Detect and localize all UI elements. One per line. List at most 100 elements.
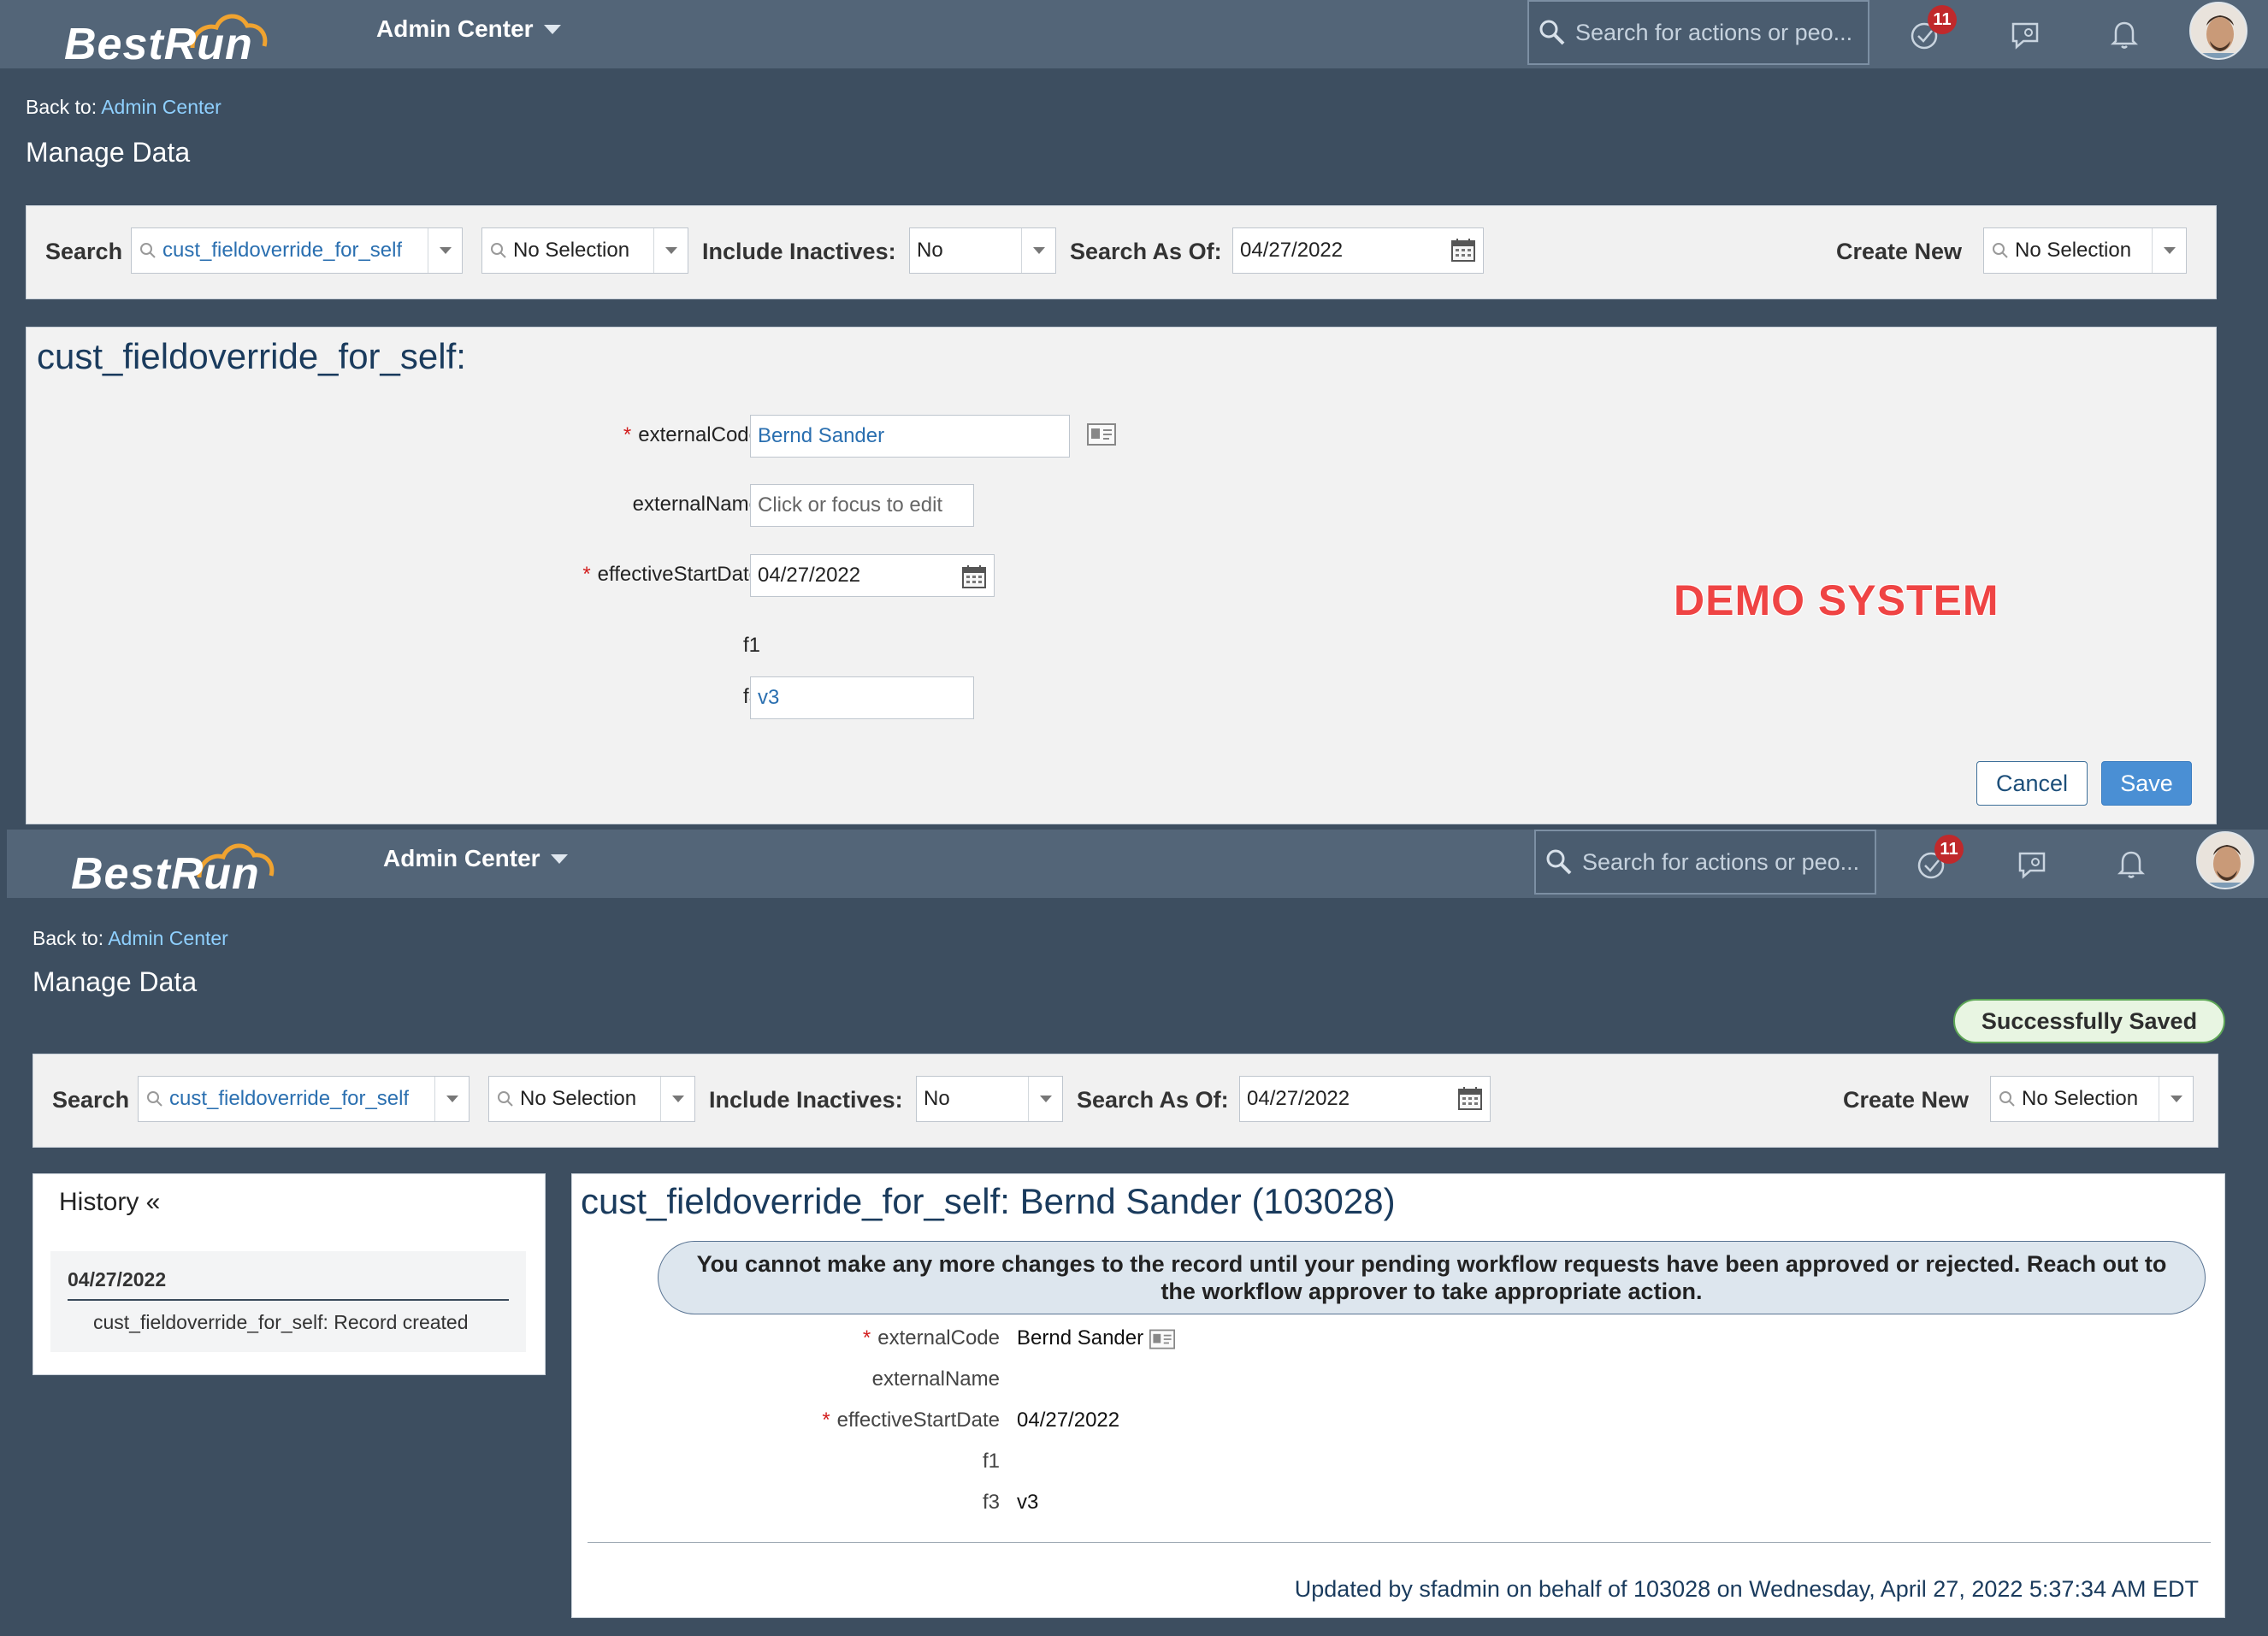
- effective-start-date-value: 04/27/2022: [758, 564, 861, 587]
- f3-input[interactable]: v3: [750, 676, 974, 719]
- search-toolbar: Search cust_fieldoverride_for_self No Se…: [32, 1054, 2218, 1148]
- create-new-combo[interactable]: No Selection: [1983, 227, 2187, 274]
- record-select-dropdown[interactable]: [653, 228, 688, 273]
- logo-text: BestRun: [71, 849, 260, 899]
- logo-text: BestRun: [64, 20, 253, 69]
- record-select-combo[interactable]: No Selection: [481, 227, 688, 274]
- required-marker: *: [822, 1409, 830, 1432]
- shell-bar: BestRun Admin Center 11: [7, 830, 2268, 899]
- object-search-dropdown[interactable]: [434, 1077, 469, 1121]
- admin-center-label: Admin Center: [383, 845, 540, 871]
- feedback-button[interactable]: [2011, 843, 2052, 884]
- admin-center-menu[interactable]: Admin Center: [376, 15, 561, 43]
- search-icon: [1999, 1091, 2015, 1107]
- create-new-value: No Selection: [2015, 239, 2132, 262]
- calendar-icon[interactable]: [961, 564, 987, 589]
- success-toast: Successfully Saved: [1953, 999, 2225, 1043]
- object-search-combo[interactable]: cust_fieldoverride_for_self: [131, 227, 463, 274]
- bestrun-logo[interactable]: BestRun: [64, 7, 278, 69]
- saved-screen: BestRun Admin Center 11 Back to: Admin C…: [0, 830, 2268, 1636]
- calendar-icon[interactable]: [1450, 237, 1476, 263]
- form-title: cust_fieldoverride_for_self:: [37, 336, 466, 376]
- edit-screen: BestRun Admin Center 11 Back to: Admin C…: [0, 0, 2268, 830]
- include-inactives-label: Include Inactives:: [702, 239, 896, 264]
- vcard-icon[interactable]: [1087, 423, 1116, 446]
- search-label: Search: [45, 239, 123, 264]
- search-icon: [1539, 20, 1565, 45]
- effective-start-date-input[interactable]: 04/27/2022: [750, 554, 995, 597]
- f1-label: f1: [742, 634, 760, 657]
- object-search-combo[interactable]: cust_fieldoverride_for_self: [138, 1076, 470, 1122]
- external-code-input[interactable]: Bernd Sander: [750, 415, 1070, 458]
- global-search-input[interactable]: [1582, 848, 1873, 876]
- search-as-of-date[interactable]: 04/27/2022: [1239, 1076, 1491, 1122]
- create-new-dropdown[interactable]: [2159, 1077, 2193, 1121]
- f3-label: f3: [418, 685, 760, 709]
- required-marker: *: [623, 423, 632, 446]
- todo-button[interactable]: 11: [1912, 835, 1964, 884]
- f3-label: f3: [982, 1491, 1000, 1514]
- notifications-button[interactable]: [2104, 14, 2145, 55]
- external-name-input[interactable]: Click or focus to edit: [750, 484, 974, 527]
- user-avatar[interactable]: [2196, 831, 2254, 889]
- notifications-button[interactable]: [2111, 843, 2152, 884]
- global-search[interactable]: [1534, 830, 1876, 895]
- todo-button[interactable]: 11: [1905, 5, 1957, 55]
- create-new-combo[interactable]: No Selection: [1990, 1076, 2194, 1122]
- object-search-value: cust_fieldoverride_for_self: [162, 239, 403, 262]
- shell-bar: BestRun Admin Center 11: [0, 0, 2268, 69]
- search-as-of-label: Search As Of:: [1070, 239, 1222, 264]
- feedback-button[interactable]: [2005, 14, 2046, 55]
- save-button[interactable]: Save: [2101, 761, 2192, 806]
- search-as-of-label: Search As Of:: [1077, 1087, 1229, 1113]
- create-new-label: Create New: [1843, 1087, 1970, 1113]
- chevron-down-icon: [664, 247, 677, 254]
- external-code-label: * externalCode: [572, 1326, 1000, 1350]
- search-as-of-date[interactable]: 04/27/2022: [1232, 227, 1484, 274]
- effective-start-date-value: 04/27/2022: [1017, 1409, 1120, 1432]
- breadcrumb-admin-center-link[interactable]: Admin Center: [101, 96, 221, 118]
- search-icon: [140, 243, 156, 258]
- record-select-dropdown[interactable]: [660, 1077, 694, 1121]
- demo-system-watermark: DEMO SYSTEM: [1674, 576, 1999, 624]
- object-search-dropdown[interactable]: [428, 228, 462, 273]
- object-search-value: cust_fieldoverride_for_self: [169, 1087, 410, 1110]
- cancel-button[interactable]: Cancel: [1976, 761, 2088, 806]
- include-inactives-dropdown[interactable]: [1028, 1077, 1062, 1121]
- f1-label: f1: [982, 1450, 1000, 1473]
- global-search-input[interactable]: [1575, 19, 1866, 46]
- vcard-icon[interactable]: [1149, 1329, 1175, 1350]
- user-avatar[interactable]: [2189, 2, 2247, 60]
- chevron-down-icon: [550, 853, 568, 864]
- create-new-dropdown[interactable]: [2152, 228, 2186, 273]
- include-inactives-select[interactable]: No: [909, 227, 1056, 274]
- include-inactives-select[interactable]: No: [916, 1076, 1063, 1122]
- chevron-down-icon: [2163, 247, 2176, 254]
- admin-center-menu[interactable]: Admin Center: [383, 845, 568, 872]
- breadcrumb-admin-center-link[interactable]: Admin Center: [108, 927, 228, 949]
- external-code-value-text: Bernd Sander: [1017, 1326, 1144, 1350]
- updated-by-footer: Updated by sfadmin on behalf of 103028 o…: [1294, 1576, 2199, 1602]
- bestrun-logo[interactable]: BestRun: [71, 836, 285, 899]
- edit-form: cust_fieldoverride_for_self: * externalCo…: [26, 327, 2217, 824]
- record-detail: cust_fieldoverride_for_self: Bernd Sande…: [571, 1173, 2225, 1618]
- create-new-label: Create New: [1836, 239, 1963, 264]
- record-select-combo[interactable]: No Selection: [488, 1076, 695, 1122]
- create-new-value: No Selection: [2022, 1087, 2139, 1110]
- search-toolbar: Search cust_fieldoverride_for_self No Se…: [26, 205, 2217, 299]
- effective-start-date-label: * effectiveStartDate: [572, 1409, 1000, 1432]
- global-search[interactable]: [1527, 0, 1869, 65]
- todo-badge: 11: [1934, 835, 1964, 864]
- breadcrumb-prefix: Back to:: [32, 927, 109, 949]
- calendar-icon[interactable]: [1457, 1085, 1483, 1111]
- history-entry[interactable]: 04/27/2022 cust_fieldoverride_for_self: …: [50, 1251, 526, 1352]
- chevron-down-icon: [1032, 247, 1045, 254]
- workflow-warning: You cannot make any more changes to the …: [658, 1241, 2206, 1314]
- search-icon: [1546, 849, 1572, 875]
- required-marker: *: [582, 563, 591, 586]
- history-title[interactable]: History «: [59, 1188, 160, 1217]
- chevron-down-icon: [671, 1096, 684, 1102]
- required-marker: *: [862, 1326, 871, 1350]
- chevron-down-icon: [543, 24, 561, 34]
- include-inactives-dropdown[interactable]: [1021, 228, 1055, 273]
